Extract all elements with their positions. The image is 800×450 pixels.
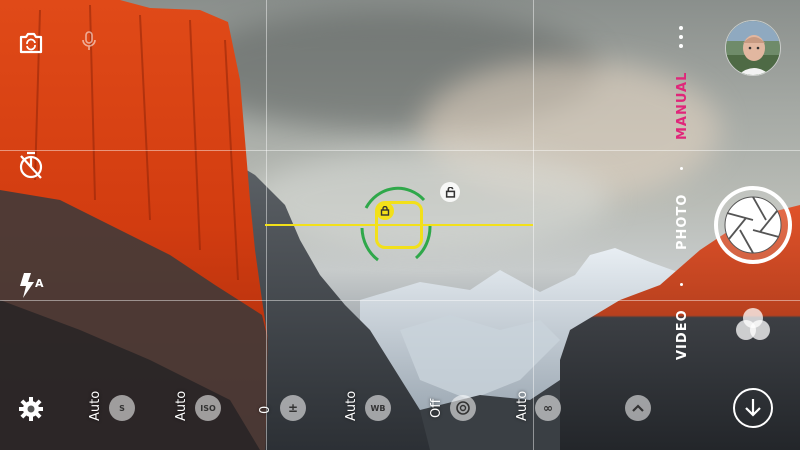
exposure-compensation-icon-text: ± [287,401,299,415]
flash-auto-icon[interactable]: A [14,268,48,302]
gallery-thumbnail[interactable] [725,20,781,76]
exposure-compensation-icon[interactable]: ± [280,395,306,421]
white-balance-icon-text: WB [370,403,386,413]
settings-icon[interactable] [14,392,48,426]
shutter-speed-icon-text: S [119,403,125,413]
mode-video[interactable]: VIDEO [675,309,690,360]
shutter-speed-icon[interactable]: S [109,395,135,421]
iso-value[interactable]: Auto [174,391,189,421]
white-balance-value[interactable]: Auto [344,391,359,421]
download-button[interactable] [733,388,773,428]
exposure-compensation-value[interactable]: 0 [258,406,273,414]
microphone-icon[interactable] [78,30,100,52]
iso-icon[interactable]: ISO [195,395,221,421]
filter-effects-icon[interactable] [734,306,772,342]
manual-focus-value[interactable]: Auto [515,391,530,421]
manual-focus-icon-text: ∞ [543,401,553,415]
focus-peaking-icon[interactable] [450,395,476,421]
aperture-icon [724,196,782,254]
expand-controls-button[interactable] [625,395,651,421]
white-balance-icon[interactable]: WB [365,395,391,421]
more-options-icon[interactable] [676,26,686,48]
mode-manual[interactable]: MANUAL [675,72,690,140]
shutter-speed-value[interactable]: Auto [88,391,103,421]
mode-photo[interactable]: PHOTO [675,194,690,250]
svg-text:A: A [35,277,44,290]
focus-peaking-value[interactable]: Off [429,399,444,418]
mode-separator [680,167,683,170]
chevron-up-icon [632,404,644,412]
grid-line [0,150,800,151]
switch-camera-icon[interactable] [14,26,48,60]
grid-line [0,300,800,301]
focus-lock-icon[interactable] [376,202,394,220]
arrow-down-icon [745,399,761,417]
shutter-button[interactable] [714,186,792,264]
timer-off-icon[interactable] [14,148,48,182]
iso-icon-text: ISO [200,403,216,413]
manual-focus-icon[interactable]: ∞ [535,395,561,421]
exposure-lock-icon[interactable] [440,182,460,202]
mode-separator [680,283,683,286]
grid-line [533,0,534,450]
